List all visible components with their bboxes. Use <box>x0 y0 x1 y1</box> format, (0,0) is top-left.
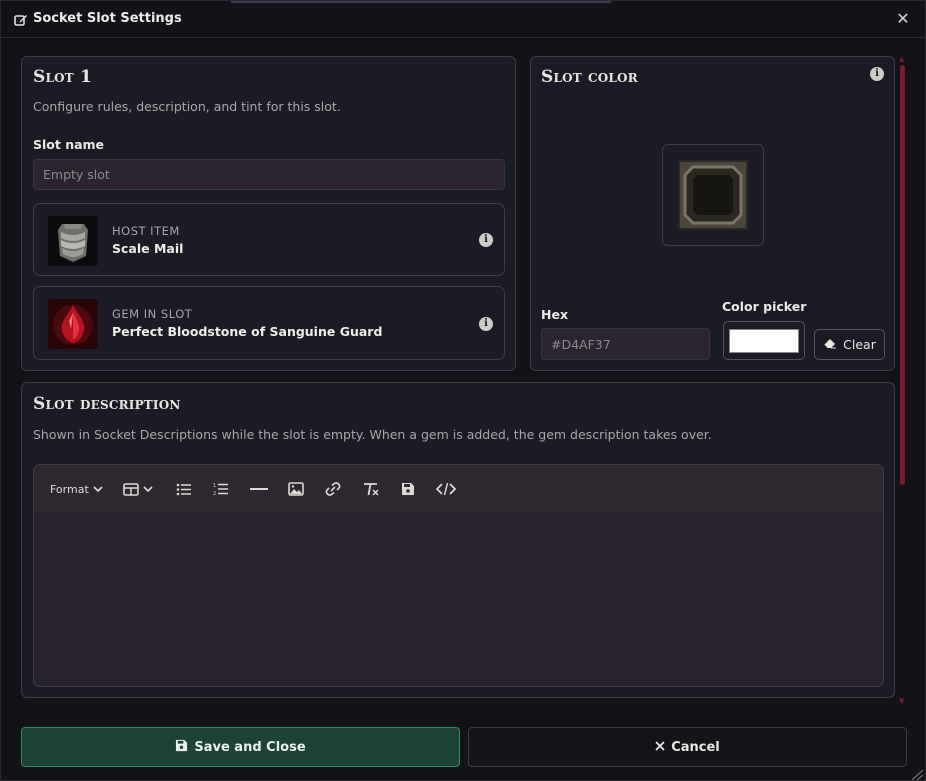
title-bar: Socket Slot Settings ✕ <box>1 1 925 38</box>
chevron-down-icon <box>93 486 103 492</box>
scrollbar-thumb[interactable] <box>900 65 905 485</box>
slot-description-panel: Slot description Shown in Socket Descrip… <box>21 382 895 698</box>
slot-description-help: Shown in Socket Descriptions while the s… <box>33 427 712 442</box>
host-item-card[interactable]: HOST ITEM Scale Mail <box>33 203 505 276</box>
save-icon[interactable] <box>401 479 415 499</box>
edit-icon <box>14 12 28 26</box>
color-picker-swatch <box>729 329 799 353</box>
dialog-title: Socket Slot Settings <box>33 11 182 26</box>
save-icon <box>175 739 188 756</box>
clear-label: Clear <box>843 337 876 352</box>
slot-color-panel: Slot color Hex #D4AF37 Color picker <box>530 56 895 371</box>
svg-text:2: 2 <box>213 491 216 496</box>
bloodstone-gem-icon <box>48 299 98 349</box>
scale-mail-icon <box>48 216 98 266</box>
slot-heading: Slot 1 <box>33 67 93 87</box>
bullet-list-icon[interactable] <box>176 479 192 499</box>
cancel-label: Cancel <box>671 739 720 755</box>
eraser-icon <box>823 337 837 352</box>
editor-body[interactable] <box>34 512 883 686</box>
scroll-down-arrow-icon[interactable]: ▼ <box>899 698 905 705</box>
info-icon[interactable] <box>870 67 884 81</box>
hex-input[interactable]: #D4AF37 <box>541 328 710 360</box>
color-picker-label: Color picker <box>722 299 807 314</box>
host-item-name: Scale Mail <box>112 241 184 256</box>
numbered-list-icon[interactable]: 12 <box>213 479 229 499</box>
clear-button[interactable]: Clear <box>814 329 885 360</box>
slot-name-placeholder: Empty slot <box>43 167 110 182</box>
clear-format-icon[interactable] <box>362 479 380 499</box>
dialog-window: Socket Slot Settings ✕ Slot 1 Configure … <box>0 0 926 781</box>
gem-name: Perfect Bloodstone of Sanguine Guard <box>112 324 383 339</box>
image-icon[interactable] <box>288 479 304 499</box>
resize-handle-icon[interactable] <box>909 766 925 781</box>
horizontal-rule-icon[interactable] <box>250 479 268 499</box>
link-icon[interactable] <box>324 479 342 499</box>
save-and-close-label: Save and Close <box>194 739 306 755</box>
format-label: Format <box>50 482 89 496</box>
close-icon[interactable]: ✕ <box>894 10 912 28</box>
svg-text:1: 1 <box>213 483 216 489</box>
source-code-icon[interactable] <box>436 479 456 499</box>
scroll-up-arrow-icon[interactable]: ▲ <box>899 56 905 63</box>
slot-panel: Slot 1 Configure rules, description, and… <box>21 56 516 371</box>
save-and-close-button[interactable]: Save and Close <box>21 727 460 767</box>
slot-description: Configure rules, description, and tint f… <box>33 99 341 114</box>
slot-color-heading: Slot color <box>541 67 638 87</box>
info-icon[interactable] <box>479 317 493 331</box>
table-icon[interactable] <box>123 479 153 499</box>
editor-toolbar: Format 12 <box>34 465 883 512</box>
info-icon[interactable] <box>479 233 493 247</box>
color-picker[interactable] <box>723 321 805 360</box>
gem-kicker: GEM IN SLOT <box>112 307 193 321</box>
hex-placeholder: #D4AF37 <box>551 336 611 352</box>
slot-name-input[interactable]: Empty slot <box>33 159 505 190</box>
format-dropdown[interactable]: Format <box>50 479 103 499</box>
gem-card[interactable]: GEM IN SLOT Perfect Bloodstone of Sangui… <box>33 286 505 360</box>
cancel-button[interactable]: Cancel <box>468 727 907 767</box>
rich-text-editor[interactable]: Format 12 <box>33 464 884 687</box>
host-item-kicker: HOST ITEM <box>112 224 180 238</box>
close-icon <box>655 740 665 755</box>
hex-label: Hex <box>541 307 569 322</box>
slot-description-heading: Slot description <box>33 394 181 414</box>
slot-name-label: Slot name <box>33 137 105 152</box>
socket-preview <box>662 144 764 246</box>
